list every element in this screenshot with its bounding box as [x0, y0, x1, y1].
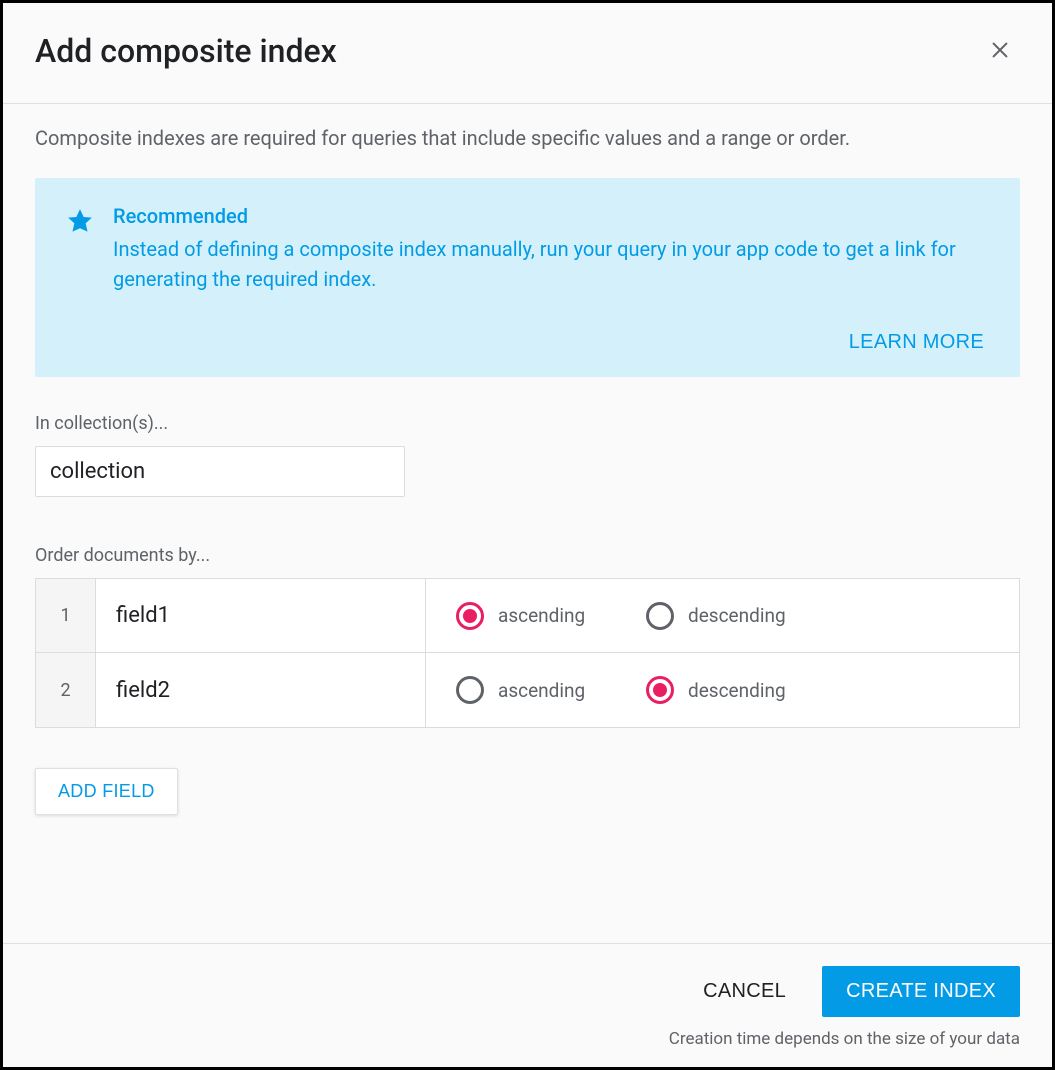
modal-body: Composite indexes are required for queri…: [3, 104, 1052, 943]
banner-heading: Recommended: [113, 204, 990, 228]
radio-icon: [646, 602, 674, 630]
descending-radio[interactable]: descending: [646, 676, 826, 704]
modal-header: Add composite index: [3, 3, 1052, 104]
star-icon: [65, 206, 95, 294]
add-composite-index-modal: Add composite index Composite indexes ar…: [3, 3, 1052, 1067]
field-input[interactable]: [114, 602, 407, 629]
row-number: 1: [36, 579, 96, 652]
order-table: 1 ascending descending 2 ascending descending: [35, 578, 1020, 728]
collection-input[interactable]: [35, 446, 405, 497]
field-input[interactable]: [114, 677, 407, 704]
collection-section: In collection(s)...: [35, 413, 1020, 497]
radio-label: ascending: [498, 604, 585, 627]
ascending-radio[interactable]: ascending: [456, 602, 636, 630]
field-cell: [96, 579, 426, 652]
row-number: 2: [36, 653, 96, 727]
radio-icon: [456, 676, 484, 704]
modal-title: Add composite index: [35, 32, 337, 70]
create-index-button[interactable]: CREATE INDEX: [822, 966, 1020, 1017]
radio-label: ascending: [498, 679, 585, 702]
descending-radio[interactable]: descending: [646, 602, 826, 630]
order-label: Order documents by...: [35, 545, 1020, 566]
footer-note: Creation time depends on the size of you…: [35, 1029, 1020, 1049]
modal-footer: CANCEL CREATE INDEX Creation time depend…: [3, 943, 1052, 1067]
order-cell: ascending descending: [426, 653, 1019, 727]
ascending-radio[interactable]: ascending: [456, 676, 636, 704]
order-section: Order documents by... 1 ascending descendi…: [35, 545, 1020, 829]
collection-label: In collection(s)...: [35, 413, 1020, 434]
radio-icon: [456, 602, 484, 630]
radio-label: descending: [688, 604, 786, 627]
close-button[interactable]: [980, 31, 1020, 71]
table-row: 2 ascending descending: [36, 653, 1019, 727]
modal-subtitle: Composite indexes are required for queri…: [35, 126, 1020, 150]
learn-more-link[interactable]: LEARN MORE: [843, 330, 990, 355]
recommendation-banner: Recommended Instead of defining a compos…: [35, 178, 1020, 377]
radio-label: descending: [688, 679, 786, 702]
radio-icon: [646, 676, 674, 704]
cancel-button[interactable]: CANCEL: [697, 979, 792, 1004]
field-cell: [96, 653, 426, 727]
table-row: 1 ascending descending: [36, 579, 1019, 653]
close-icon: [989, 39, 1011, 64]
order-cell: ascending descending: [426, 579, 1019, 652]
add-field-button[interactable]: ADD FIELD: [35, 768, 178, 815]
banner-text: Instead of defining a composite index ma…: [113, 234, 990, 294]
